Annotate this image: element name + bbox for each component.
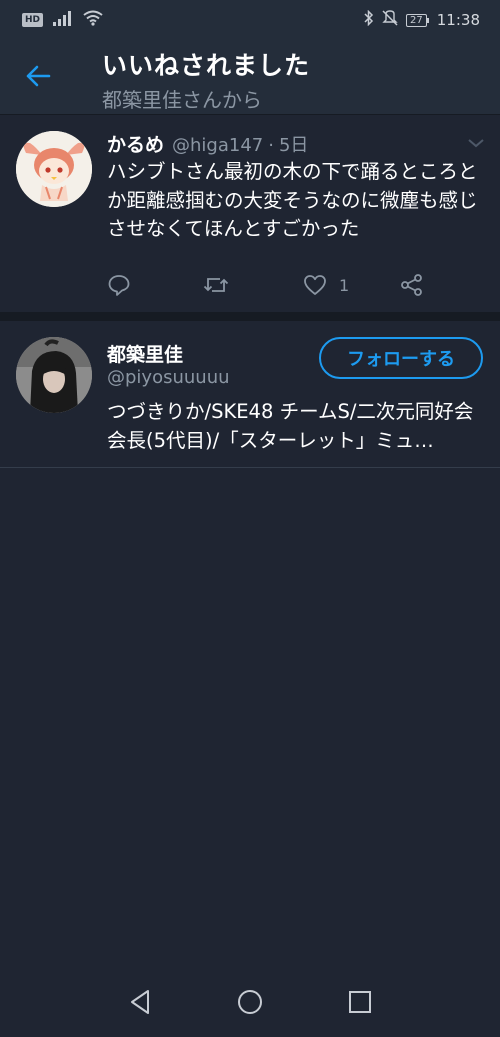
circle-home-icon: [238, 990, 262, 1014]
nav-recent-button[interactable]: [345, 987, 375, 1017]
back-button[interactable]: [20, 60, 56, 92]
avatar-illustration: [16, 131, 92, 207]
share-button[interactable]: [400, 270, 424, 300]
tweet-dot-separator: ·: [268, 135, 274, 156]
tweet-menu-button[interactable]: [466, 135, 486, 149]
user-avatar-photo: [16, 337, 92, 413]
tweet-actions: 1: [107, 270, 437, 300]
app-root: HD 27 11:38 いいねされました 都築里佳さんから かるめ @higa1…: [0, 0, 500, 1037]
user-bio: つづきりか/SKE48 チームS/二次元同好会会長(5代目)/「スターレット」ミ…: [107, 400, 474, 452]
nav-back-button[interactable]: [125, 987, 155, 1017]
retweet-icon: [203, 278, 229, 292]
battery-level: 27: [406, 13, 427, 27]
nav-home-button[interactable]: [235, 987, 265, 1017]
avatar[interactable]: [16, 131, 92, 207]
heart-icon: [304, 275, 326, 295]
follow-button[interactable]: フォローする: [319, 337, 483, 379]
tweet-header: かるめ @higa147 · 5日: [107, 130, 480, 156]
user-handle[interactable]: @piyosuuuuu: [107, 367, 230, 388]
tweet-author-name[interactable]: かるめ: [107, 130, 164, 157]
user-card[interactable]: 都築里佳 @piyosuuuuu フォローする つづきりか/SKE48 チームS…: [0, 321, 500, 468]
battery-tip: [426, 17, 429, 23]
status-right: 27 11:38: [364, 9, 480, 30]
section-divider: [0, 312, 500, 321]
status-time: 11:38: [436, 11, 480, 29]
like-count: 1: [339, 275, 350, 295]
signal-icon: [53, 10, 73, 30]
reply-icon: [108, 275, 130, 296]
chevron-down-icon: [468, 139, 484, 148]
user-avatar[interactable]: [16, 337, 92, 413]
share-icon: [401, 274, 422, 296]
tweet-author-handle[interactable]: @higa147: [172, 135, 263, 156]
square-recent-icon: [349, 991, 371, 1013]
reply-button[interactable]: [107, 270, 131, 300]
status-left: HD: [22, 10, 103, 30]
status-bar: HD 27 11:38: [0, 0, 500, 38]
tweet-timestamp: 5日: [278, 135, 309, 156]
arrow-left-icon: [26, 65, 51, 87]
page-subtitle: 都築里佳さんから: [102, 88, 262, 112]
battery-icon: 27: [406, 13, 429, 27]
retweet-button[interactable]: [203, 270, 229, 300]
tweet-text: ハシブトさん最初の木の下で踊るところとか距離感掴むの大変そうなのに微塵も感じさせ…: [107, 160, 478, 240]
user-name[interactable]: 都築里佳: [107, 340, 183, 367]
like-button[interactable]: 1: [303, 270, 349, 300]
bluetooth-icon: [364, 9, 374, 30]
mute-icon: [382, 10, 398, 30]
wifi-icon: [83, 10, 103, 30]
header: いいねされました 都築里佳さんから: [0, 38, 500, 115]
page-title: いいねされました: [102, 51, 311, 80]
tweet[interactable]: かるめ @higa147 · 5日 ハシブトさん最初の木の下で踊るところとか距離…: [0, 115, 500, 312]
hd-badge: HD: [22, 13, 44, 27]
system-nav-bar: [0, 967, 500, 1037]
triangle-back-icon: [131, 990, 149, 1014]
